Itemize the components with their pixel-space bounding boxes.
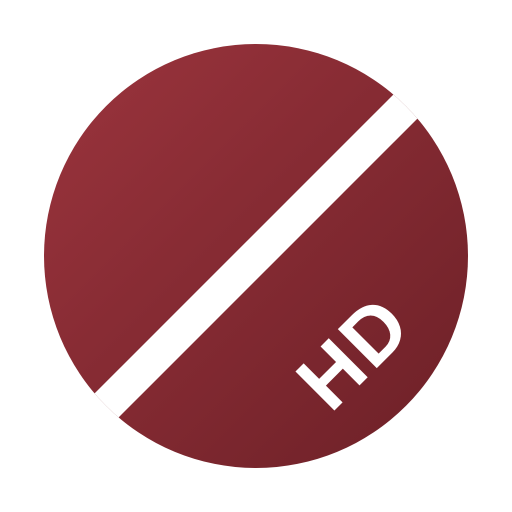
- circle-slash-logo: HD: [44, 44, 468, 468]
- app-icon: HD: [0, 0, 512, 512]
